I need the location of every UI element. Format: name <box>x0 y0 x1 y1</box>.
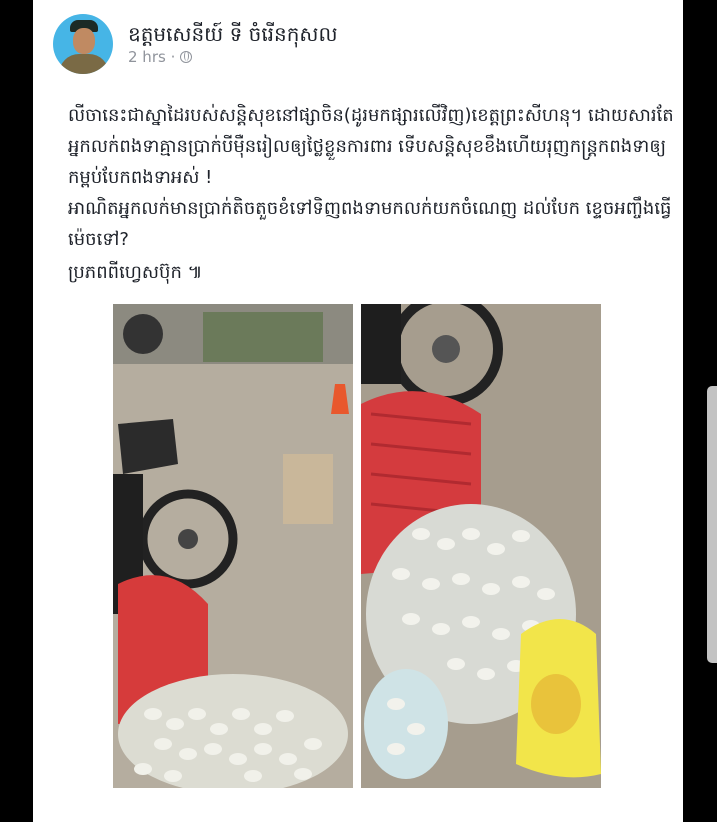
post-meta: ឧត្តមសេនីយ៍ ទី ចំរើនកុសល 2 hrs · <box>128 21 338 67</box>
timestamp: 2 hrs · <box>128 48 176 66</box>
post-photo-right[interactable] <box>361 304 601 788</box>
globe-icon <box>180 50 193 63</box>
post-paragraph: លីចានេះជាស្នាដៃរបស់សន្តិសុខនៅផ្សាចិន(ដូរ… <box>68 105 674 188</box>
post-photo-left[interactable] <box>113 304 353 788</box>
post-paragraph: អាណិតអ្នកលក់មានប្រាក់តិចតួចខំទៅទិញពងទាមក… <box>68 198 672 250</box>
post-body: លីចានេះជាស្នាដៃរបស់សន្តិសុខនៅផ្សាចិន(ដូរ… <box>68 100 678 288</box>
post-source: ប្រភពពីហ្វេសប៊ុក ៕ <box>68 262 203 283</box>
post-header: ឧត្តមសេនីយ៍ ទី ចំរើនកុសល 2 hrs · <box>53 14 338 74</box>
author-name[interactable]: ឧត្តមសេនីយ៍ ទី ចំរើនកុសល <box>128 21 338 47</box>
post-time[interactable]: 2 hrs · <box>128 47 338 67</box>
scrollbar-thumb[interactable] <box>707 386 717 663</box>
avatar[interactable] <box>53 14 113 74</box>
